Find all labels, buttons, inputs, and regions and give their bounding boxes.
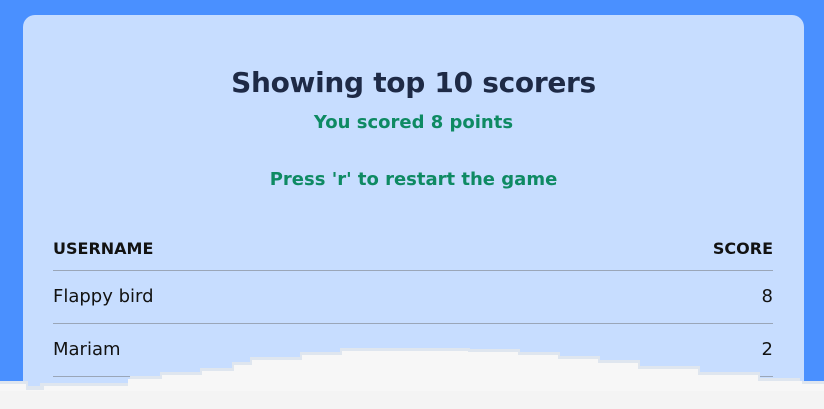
table-row: Flappy bird 8 bbox=[53, 270, 773, 324]
row-score: 8 bbox=[503, 270, 773, 324]
table-row: Mariam 2 bbox=[53, 323, 773, 377]
row-score: 2 bbox=[503, 323, 773, 377]
restart-hint: Press 'r' to restart the game bbox=[269, 169, 558, 190]
row-username: Flappy bird bbox=[53, 270, 504, 324]
player-score-text: You scored 8 points bbox=[313, 112, 514, 133]
table-header-row: USERNAME SCORE bbox=[53, 227, 773, 271]
scores-table: USERNAME SCORE Flappy bird 8 Mariam 2 bbox=[53, 227, 773, 377]
row-username: Mariam bbox=[53, 323, 504, 377]
leaderboard-panel: Showing top 10 scorers You scored 8 poin… bbox=[23, 15, 804, 395]
column-header-score: SCORE bbox=[503, 227, 773, 271]
column-header-username: USERNAME bbox=[53, 227, 504, 271]
leaderboard-title: Showing top 10 scorers bbox=[231, 66, 596, 99]
